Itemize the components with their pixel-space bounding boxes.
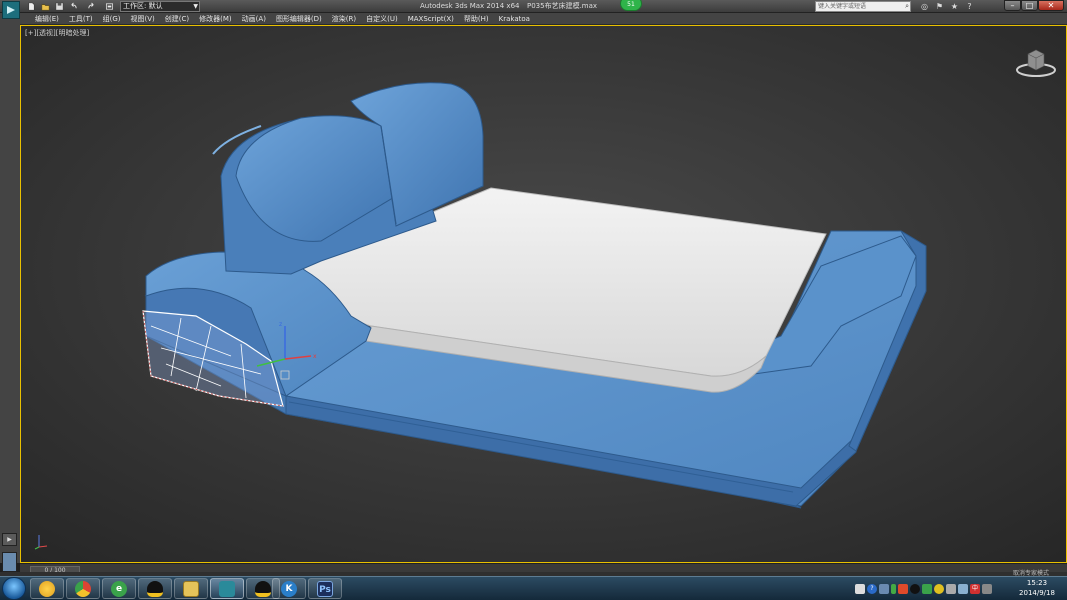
media-player-icon (39, 580, 55, 597)
open-file-icon[interactable] (40, 1, 51, 12)
taskbar-app-media-player[interactable] (30, 578, 64, 599)
chevron-down-icon: ▼ (193, 3, 198, 10)
notification-badge[interactable]: 51 (620, 0, 642, 11)
viewcube-icon[interactable] (1014, 46, 1058, 80)
taskbar-app-360-browser[interactable]: e (102, 578, 136, 599)
menu-modifiers[interactable]: 修改器(M) (194, 13, 237, 25)
scene-canvas[interactable]: z x (21, 26, 1067, 563)
minimize-button[interactable]: – (1004, 0, 1021, 11)
workspace-select[interactable]: 工作区: 默认 ▼ (120, 1, 200, 12)
taskbar-app-photoshop[interactable]: Ps (308, 578, 342, 599)
file-title: P035布艺床建模.max (527, 2, 598, 10)
taskbar-app-explorer[interactable] (174, 578, 208, 599)
3dsmax-icon (219, 580, 235, 597)
redo-icon[interactable] (86, 1, 97, 12)
qq-penguin-icon (147, 580, 163, 597)
flag-icon[interactable] (898, 583, 908, 594)
clock-time[interactable]: 15:23 (1013, 579, 1061, 587)
menu-maxscript[interactable]: MAXScript(X) (403, 13, 459, 25)
viewport-shading[interactable]: [明暗处理] (56, 29, 89, 37)
maximize-button[interactable]: □ (1021, 0, 1038, 11)
search-icon[interactable]: ⌕ (905, 2, 909, 11)
viewport-pov[interactable]: [透视] (36, 29, 55, 37)
close-button[interactable]: ✕ (1038, 0, 1064, 11)
menu-group[interactable]: 组(G) (98, 13, 126, 25)
volume-icon[interactable] (946, 583, 956, 594)
viewport-label[interactable]: [+][透视][明暗处理] (25, 28, 89, 38)
save-icon[interactable] (54, 1, 65, 12)
search-placeholder: 键入关键字或短语 (818, 3, 867, 10)
taskbar-app-3dsmax[interactable] (210, 578, 244, 599)
shield-icon[interactable] (922, 583, 932, 594)
menu-rendering[interactable]: 渲染(R) (327, 13, 361, 25)
subscription-icon[interactable]: ⚑ (934, 1, 945, 12)
command-strip (0, 13, 20, 563)
mini-listener[interactable] (2, 552, 17, 572)
speaker-icon[interactable] (982, 583, 992, 594)
ime-icon[interactable]: 中 (970, 583, 980, 594)
menu-graph-editors[interactable]: 图形编辑器(D) (271, 13, 327, 25)
wifi-icon[interactable] (958, 583, 968, 594)
menu-bar: 编辑(E) 工具(T) 组(G) 视图(V) 创建(C) 修改器(M) 动画(A… (20, 13, 1067, 25)
time-slider[interactable] (20, 563, 1067, 572)
qq-tray-icon[interactable] (910, 583, 920, 594)
svg-text:z: z (279, 321, 282, 328)
app-title: Autodesk 3ds Max 2014 x64 (420, 2, 520, 10)
search-input[interactable]: 键入关键字或短语 ⌕ (815, 1, 911, 12)
undo-icon[interactable] (68, 1, 79, 12)
play-icon[interactable]: ▶ (2, 533, 17, 546)
keyboard-icon[interactable] (855, 583, 865, 594)
perspective-viewport[interactable]: z x [+][透视][明暗处理] (20, 25, 1067, 563)
viewport-menu[interactable]: [+] (25, 29, 36, 37)
photoshop-icon: Ps (317, 580, 333, 597)
menu-animation[interactable]: 动画(A) (237, 13, 271, 25)
taskbar-app-chrome[interactable] (66, 578, 100, 599)
menu-krakatoa[interactable]: Krakatoa (494, 13, 535, 25)
svg-text:x: x (313, 353, 317, 360)
help-icon[interactable]: ? (964, 1, 975, 12)
menu-create[interactable]: 创建(C) (160, 13, 194, 25)
qq-penguin-icon (255, 580, 271, 597)
kugou-icon: K (281, 580, 297, 597)
menu-edit[interactable]: 编辑(E) (30, 13, 64, 25)
folder-icon (183, 580, 199, 597)
hold-icon[interactable] (104, 1, 115, 12)
battery-icon[interactable] (891, 583, 896, 594)
start-button[interactable] (2, 577, 26, 600)
chrome-icon (75, 580, 91, 597)
taskbar-app-qq[interactable] (138, 578, 172, 599)
binoculars-icon[interactable]: ◎ (919, 1, 930, 12)
new-file-icon[interactable] (26, 1, 37, 12)
menu-help[interactable]: 帮助(H) (459, 13, 494, 25)
taskbar-app-kugou[interactable]: K (272, 578, 306, 599)
system-tray: ? 中 (855, 578, 1005, 599)
360-browser-icon: e (111, 580, 127, 597)
clock-date[interactable]: 2014/9/18 (1013, 589, 1061, 597)
menu-customize[interactable]: 自定义(U) (361, 13, 403, 25)
security-icon[interactable] (934, 583, 944, 594)
menu-views[interactable]: 视图(V) (126, 13, 160, 25)
axis-tripod-icon (34, 535, 48, 550)
title-bar: 工作区: 默认 ▼ Autodesk 3ds Max 2014 x64 P035… (0, 0, 1067, 13)
network-icon[interactable] (879, 583, 889, 594)
favorites-icon[interactable]: ★ (949, 1, 960, 12)
workspace-label: 工作区: 默认 (123, 2, 163, 10)
app-logo[interactable] (2, 1, 20, 19)
help-icon[interactable]: ? (867, 583, 877, 594)
menu-tools[interactable]: 工具(T) (64, 13, 98, 25)
